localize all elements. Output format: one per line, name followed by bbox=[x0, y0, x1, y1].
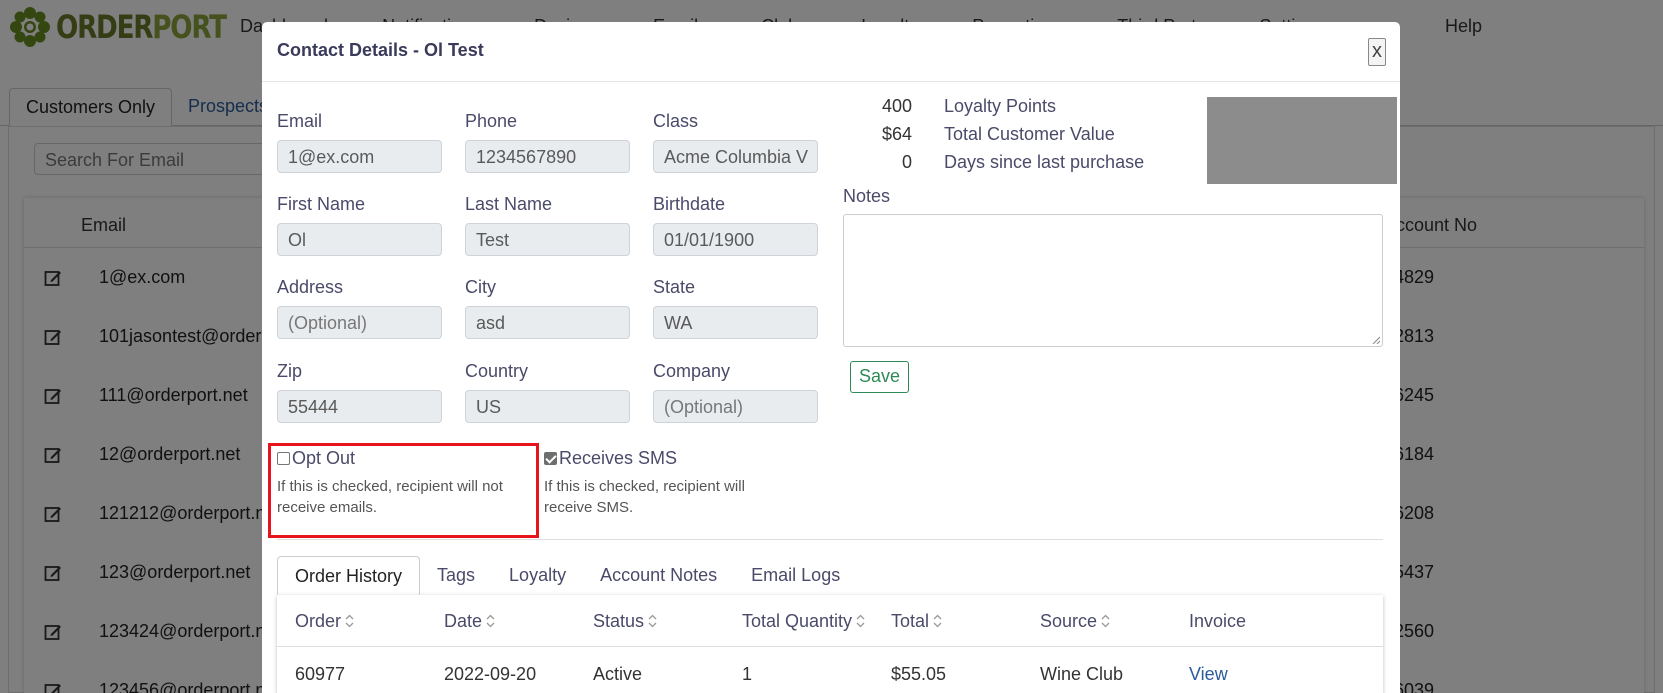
notes-label: Notes bbox=[843, 186, 891, 206]
state-field[interactable]: WA bbox=[653, 306, 818, 339]
receives-sms-group: Receives SMS If this is checked, recipie… bbox=[544, 447, 794, 518]
column-header-total-quantity[interactable]: Total Quantity bbox=[742, 611, 865, 632]
receives-sms-label[interactable]: Receives SMS bbox=[559, 448, 677, 469]
view-invoice-link[interactable]: View bbox=[1189, 664, 1228, 685]
contact-details-modal: Contact Details - Ol Test x Email 1@ex.c… bbox=[262, 22, 1400, 693]
first-name-label: First Name bbox=[277, 194, 366, 214]
stat-value: 400 bbox=[881, 96, 912, 116]
state-label: State bbox=[653, 277, 696, 297]
column-header-date[interactable]: Date bbox=[444, 611, 495, 632]
birthdate-label: Birthdate bbox=[653, 194, 726, 214]
opt-out-highlight-box bbox=[268, 443, 539, 538]
zip-field-group: Zip 55444 bbox=[277, 361, 442, 423]
section-divider bbox=[277, 539, 1383, 540]
email-field-group: Email 1@ex.com bbox=[277, 111, 442, 173]
first-name-field-group: First Name Ol bbox=[277, 194, 442, 256]
sort-icon bbox=[486, 614, 495, 628]
order-status-cell: Active bbox=[593, 664, 643, 684]
class-field-group: Class Acme Columbia V bbox=[653, 111, 818, 173]
company-label: Company bbox=[653, 361, 731, 381]
tab-loyalty[interactable]: Loyalty bbox=[492, 556, 583, 595]
receives-sms-help-text: If this is checked, recipient will recei… bbox=[544, 478, 745, 516]
country-label: Country bbox=[465, 361, 529, 381]
email-field[interactable]: 1@ex.com bbox=[277, 140, 442, 173]
last-name-field-group: Last Name Test bbox=[465, 194, 630, 256]
company-field-group: Company (Optional) bbox=[653, 361, 818, 423]
country-field[interactable]: US bbox=[465, 390, 630, 423]
row-divider bbox=[277, 646, 1383, 647]
stat-value: 0 bbox=[901, 152, 912, 172]
receives-sms-checkbox-row[interactable]: Receives SMS bbox=[544, 447, 794, 469]
stat-days-since-purchase: 0 Days since last purchase bbox=[838, 152, 1144, 180]
phone-field-group: Phone 1234567890 bbox=[465, 111, 630, 173]
sort-icon bbox=[933, 614, 942, 628]
stat-total-customer-value: $64 Total Customer Value bbox=[838, 124, 1138, 152]
class-label: Class bbox=[653, 111, 699, 131]
zip-label: Zip bbox=[277, 361, 303, 381]
order-number-cell: 60977 bbox=[295, 664, 346, 684]
customer-image-placeholder bbox=[1207, 97, 1397, 184]
state-field-group: State WA bbox=[653, 277, 818, 339]
country-field-group: Country US bbox=[465, 361, 630, 423]
close-button[interactable]: x bbox=[1368, 38, 1386, 66]
stat-label: Loyalty Points bbox=[944, 96, 1057, 116]
resize-grip-icon[interactable] bbox=[1372, 336, 1380, 344]
birthdate-field-group: Birthdate 01/01/1900 bbox=[653, 194, 818, 256]
stat-value: $64 bbox=[881, 124, 912, 144]
zip-field[interactable]: 55444 bbox=[277, 390, 442, 423]
phone-field[interactable]: 1234567890 bbox=[465, 140, 630, 173]
tab-email-logs[interactable]: Email Logs bbox=[734, 556, 857, 595]
sort-icon bbox=[1101, 614, 1110, 628]
last-name-label: Last Name bbox=[465, 194, 553, 214]
sort-icon bbox=[648, 614, 657, 628]
order-total-cell: $55.05 bbox=[891, 664, 947, 684]
order-date-cell: 2022-09-20 bbox=[444, 664, 537, 684]
birthdate-field[interactable]: 01/01/1900 bbox=[653, 223, 818, 256]
order-history-table: Order Date Status Total Quantity Total S… bbox=[277, 595, 1383, 693]
address-label: Address bbox=[277, 277, 344, 297]
email-label: Email bbox=[277, 111, 323, 131]
address-field[interactable]: (Optional) bbox=[277, 306, 442, 339]
last-name-field[interactable]: Test bbox=[465, 223, 630, 256]
tab-account-notes[interactable]: Account Notes bbox=[583, 556, 734, 595]
contact-tabs: Order History Tags Loyalty Account Notes… bbox=[277, 556, 857, 595]
order-quantity-cell: 1 bbox=[742, 664, 753, 684]
company-field[interactable]: (Optional) bbox=[653, 390, 818, 423]
notes-textarea[interactable] bbox=[843, 214, 1383, 347]
column-header-status[interactable]: Status bbox=[593, 611, 657, 632]
stat-label: Total Customer Value bbox=[944, 124, 1115, 144]
column-header-source[interactable]: Source bbox=[1040, 611, 1110, 632]
city-field[interactable]: asd bbox=[465, 306, 630, 339]
sort-icon bbox=[856, 614, 865, 628]
phone-label: Phone bbox=[465, 111, 518, 131]
class-field[interactable]: Acme Columbia V bbox=[653, 140, 818, 173]
city-label: City bbox=[465, 277, 496, 297]
order-source-cell: Wine Club bbox=[1040, 664, 1124, 684]
stat-label: Days since last purchase bbox=[944, 152, 1145, 172]
modal-title: Contact Details - Ol Test bbox=[277, 40, 484, 60]
column-header-invoice: Invoice bbox=[1189, 611, 1247, 631]
modal-header: Contact Details - Ol Test x bbox=[262, 22, 1400, 82]
column-header-order[interactable]: Order bbox=[295, 611, 354, 632]
first-name-field[interactable]: Ol bbox=[277, 223, 442, 256]
receives-sms-checkbox[interactable] bbox=[544, 451, 557, 465]
stat-loyalty-points: 400 Loyalty Points bbox=[838, 96, 1138, 124]
sort-icon bbox=[345, 614, 354, 628]
tab-tags[interactable]: Tags bbox=[420, 556, 492, 595]
save-notes-button[interactable]: Save bbox=[850, 361, 909, 393]
city-field-group: City asd bbox=[465, 277, 630, 339]
address-field-group: Address (Optional) bbox=[277, 277, 442, 339]
tab-order-history[interactable]: Order History bbox=[277, 556, 421, 595]
column-header-total[interactable]: Total bbox=[891, 611, 942, 632]
